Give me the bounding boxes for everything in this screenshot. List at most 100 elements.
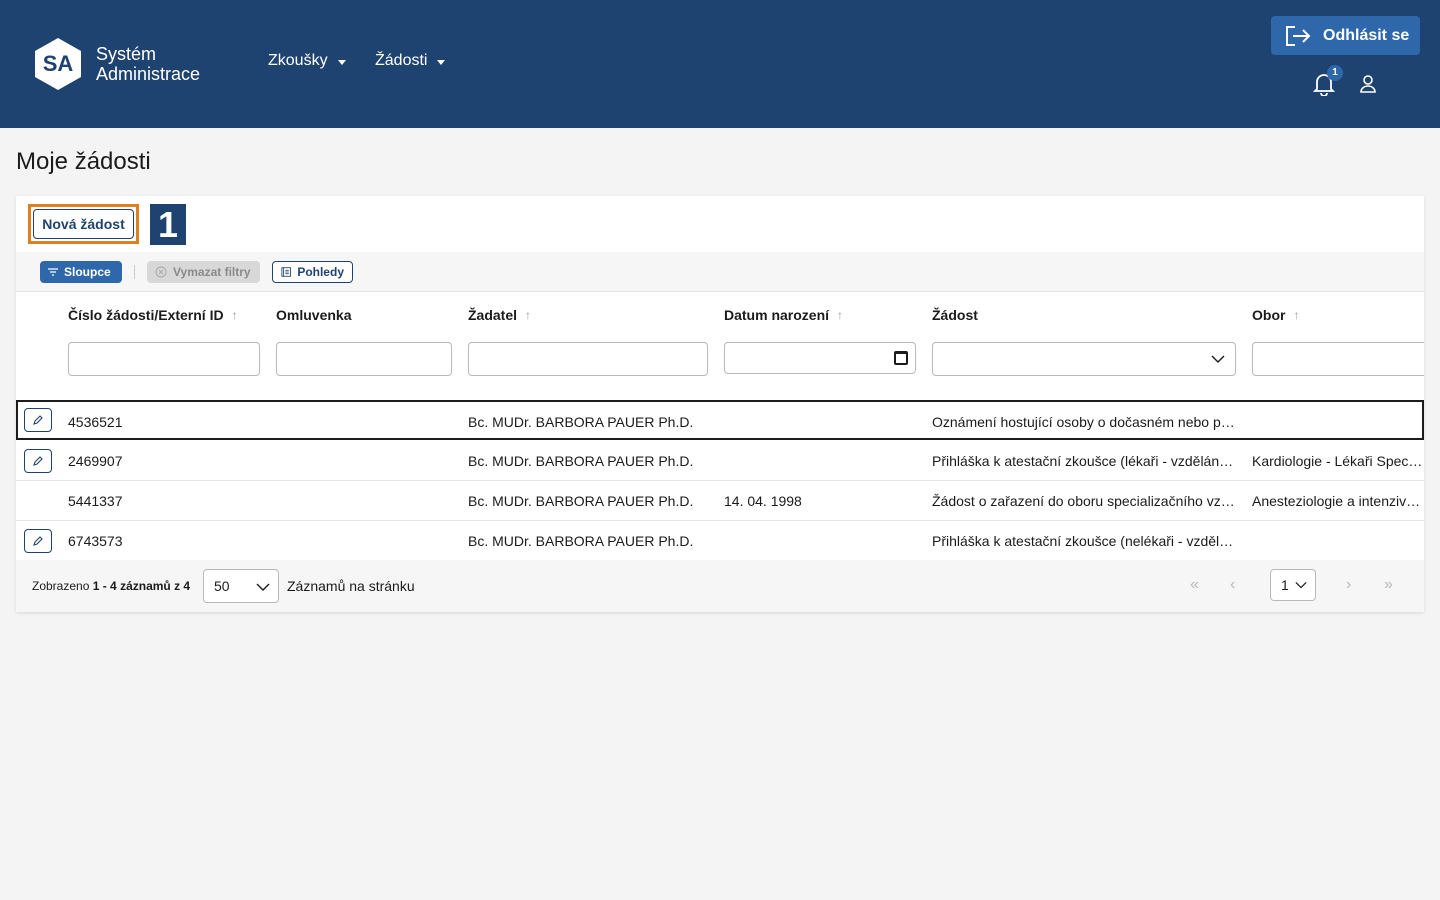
table-row[interactable]: 2469907 Bc. MUDr. BARBORA PAUER Ph.D. Př… xyxy=(16,441,1424,481)
cell-applicant: Bc. MUDr. BARBORA PAUER Ph.D. xyxy=(468,493,694,509)
clear-filters-label: Vymazat filtry xyxy=(173,265,251,279)
brand-line-1: Systém xyxy=(96,44,157,64)
column-header-label: Číslo žádosti/Externí ID xyxy=(68,307,224,323)
per-page-label: Záznamů na stránku xyxy=(287,578,415,594)
nav-zkousky-label: Zkoušky xyxy=(268,52,328,69)
pencil-icon xyxy=(33,415,43,425)
logo-hexagon-icon[interactable]: SA xyxy=(34,37,82,91)
views-button[interactable]: Pohledy xyxy=(272,261,353,283)
chevron-down-icon xyxy=(256,583,270,591)
cell-field xyxy=(1252,521,1424,561)
nav-zadosti[interactable]: Žádosti xyxy=(375,52,446,70)
brand-line-2: Administrace xyxy=(96,64,201,84)
notification-badge: 1 xyxy=(1327,65,1343,81)
clear-filters-button[interactable]: Vymazat filtry xyxy=(147,261,260,283)
cell-id: 2469907 xyxy=(68,453,123,469)
pagination-bar: Zobrazeno 1 - 4 záznamů z 4 50 Záznamů n… xyxy=(16,560,1424,612)
cell-excuse xyxy=(276,481,446,521)
sort-arrow-icon[interactable]: ↑ xyxy=(232,308,238,322)
cell-applicant: Bc. MUDr. BARBORA PAUER Ph.D. xyxy=(468,453,694,469)
logo-text: SA xyxy=(43,51,74,76)
prev-page-icon[interactable]: ‹ xyxy=(1230,576,1235,594)
column-header-label: Datum narození xyxy=(724,307,830,323)
calendar-icon[interactable] xyxy=(894,351,908,365)
column-header-field[interactable]: Obor ↑ xyxy=(1252,307,1299,323)
pencil-icon xyxy=(33,536,43,546)
first-page-icon[interactable]: « xyxy=(1190,576,1199,594)
filter-id-input[interactable] xyxy=(68,342,260,376)
table-row[interactable]: 4536521 Bc. MUDr. BARBORA PAUER Ph.D. Oz… xyxy=(16,400,1424,440)
cell-birthdate xyxy=(724,402,914,442)
cell-birthdate xyxy=(724,521,914,561)
page-select[interactable]: 1 xyxy=(1270,569,1316,601)
filter-request-select[interactable] xyxy=(932,342,1236,376)
filter-excuse-input[interactable] xyxy=(276,342,452,376)
app-header: SA Systém Administrace Zkoušky Žádosti O… xyxy=(0,0,1440,128)
user-icon[interactable] xyxy=(1358,74,1378,94)
last-page-icon[interactable]: » xyxy=(1384,576,1393,594)
cell-birthdate: 14. 04. 1998 xyxy=(724,493,802,509)
column-header-label: Obor xyxy=(1252,307,1286,323)
nav-zadosti-label: Žádosti xyxy=(375,52,428,69)
column-header-label: Žádost xyxy=(932,307,978,323)
cell-excuse xyxy=(276,402,446,442)
chevron-down-icon xyxy=(1211,355,1225,363)
cell-request: Oznámení hostující osoby o dočasném nebo… xyxy=(932,414,1238,430)
cell-id: 6743573 xyxy=(68,533,123,549)
column-header-excuse: Omluvenka xyxy=(276,307,351,323)
edit-button[interactable] xyxy=(24,449,52,473)
page-value: 1 xyxy=(1281,577,1289,593)
filter-birthdate-input[interactable] xyxy=(724,342,916,374)
column-header-birthdate[interactable]: Datum narození ↑ xyxy=(724,307,843,323)
cell-field xyxy=(1252,402,1424,442)
list-view-icon xyxy=(281,267,291,277)
toolbar-divider xyxy=(134,265,135,279)
grid-toolbar: Sloupce Vymazat filtry Pohledy xyxy=(16,252,1424,292)
cell-excuse xyxy=(276,521,446,561)
pencil-icon xyxy=(33,456,43,466)
column-header-label: Žadatel xyxy=(468,307,518,323)
sort-arrow-icon[interactable]: ↑ xyxy=(525,308,531,322)
column-header-applicant[interactable]: Žadatel ↑ xyxy=(468,307,531,323)
brand-name: Systém Administrace xyxy=(96,44,200,84)
caret-down-icon xyxy=(337,59,346,65)
per-page-value: 50 xyxy=(214,578,230,594)
edit-button[interactable] xyxy=(24,408,52,432)
next-page-icon[interactable]: › xyxy=(1346,576,1351,594)
cell-id: 4536521 xyxy=(68,414,123,430)
cell-birthdate xyxy=(724,441,914,481)
cell-request: Přihláška k atestační zkoušce (nelékaři … xyxy=(932,533,1236,549)
nav-zkousky[interactable]: Zkoušky xyxy=(268,52,346,70)
pagination-info: Zobrazeno 1 - 4 záznamů z 4 xyxy=(32,579,190,593)
logout-button[interactable]: Odhlásit se xyxy=(1271,16,1420,55)
cell-request: Přihláška k atestační zkoušce (lékaři - … xyxy=(932,453,1236,469)
column-header-request: Žádost xyxy=(932,307,978,323)
highlight-frame: Nová žádost xyxy=(28,204,139,244)
page-title: Moje žádosti xyxy=(16,148,151,175)
columns-button[interactable]: Sloupce xyxy=(40,261,122,283)
edit-button[interactable] xyxy=(24,529,52,553)
sort-arrow-icon[interactable]: ↑ xyxy=(1293,308,1299,322)
caret-down-icon xyxy=(437,59,446,65)
step-marker: 1 xyxy=(150,204,186,245)
table-row[interactable]: 5441337 Bc. MUDr. BARBORA PAUER Ph.D. 14… xyxy=(16,481,1424,521)
logout-label: Odhlásit se xyxy=(1323,26,1410,44)
columns-label: Sloupce xyxy=(64,265,111,279)
filter-lines-icon xyxy=(48,268,58,276)
chevron-down-icon xyxy=(1295,582,1307,589)
table-row[interactable]: 6743573 Bc. MUDr. BARBORA PAUER Ph.D. Př… xyxy=(16,521,1424,561)
cell-id: 5441337 xyxy=(68,493,123,509)
cell-request: Žádost o zařazení do oboru specializační… xyxy=(932,493,1235,509)
filter-field-input[interactable] xyxy=(1252,342,1424,376)
logout-icon xyxy=(1286,25,1311,46)
column-header-id[interactable]: Číslo žádosti/Externí ID ↑ xyxy=(68,307,238,323)
requests-card: Nová žádost 1 Sloupce Vymazat filtry Poh… xyxy=(16,196,1424,612)
sort-arrow-icon[interactable]: ↑ xyxy=(837,308,843,322)
cell-field: Anesteziologie a intenzivní m xyxy=(1252,493,1424,509)
filter-applicant-input[interactable] xyxy=(468,342,708,376)
new-request-button[interactable]: Nová žádost xyxy=(33,209,134,239)
pagination-info-prefix: Zobrazeno xyxy=(32,579,90,593)
cell-field: Kardiologie - Lékaři Speciali xyxy=(1252,453,1424,469)
pagination-info-range: 1 - 4 záznamů z 4 xyxy=(92,579,191,593)
per-page-select[interactable]: 50 xyxy=(203,569,279,603)
